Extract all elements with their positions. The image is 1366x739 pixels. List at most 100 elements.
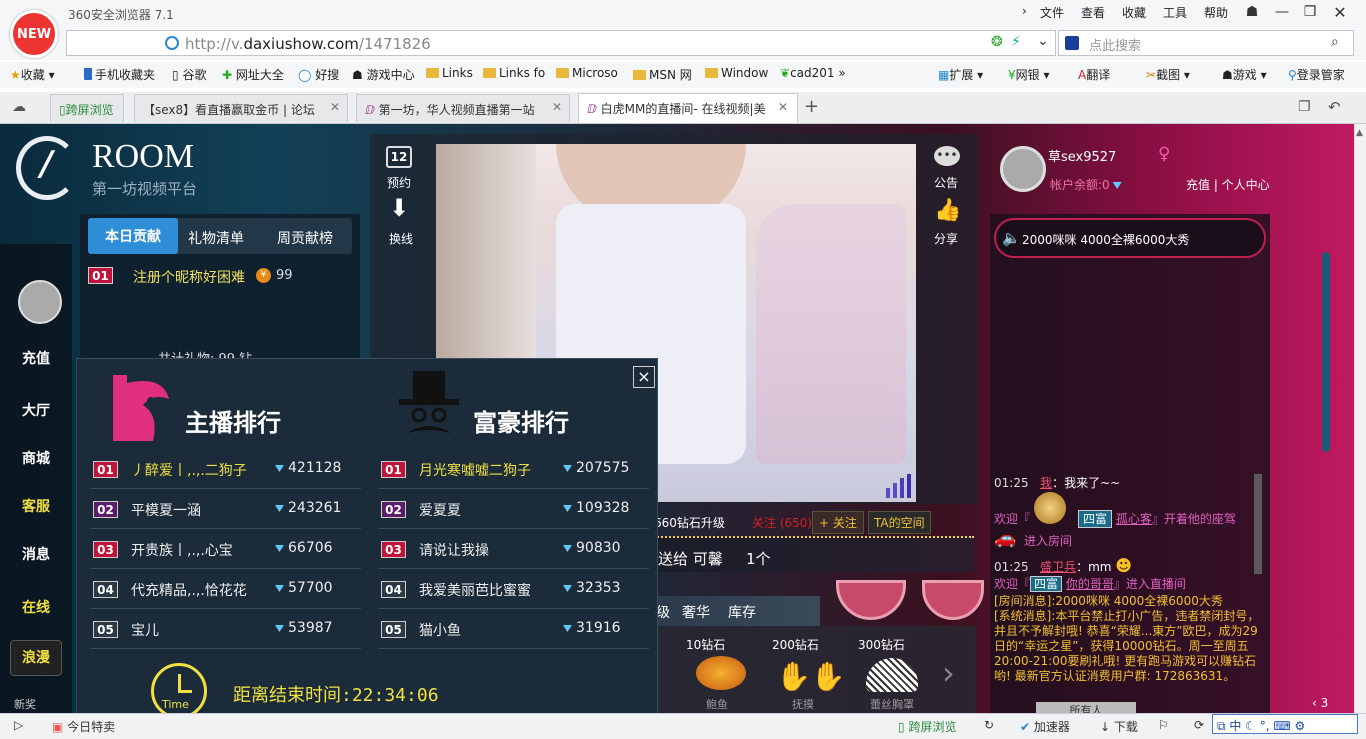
tab-weekly-rank[interactable]: 周贡献榜	[277, 228, 333, 248]
extensions-button[interactable]: ▦扩展 ▾	[938, 66, 983, 83]
ime-toolbar[interactable]: ⧉ 中 ☾ °, ⌨ ⚙	[1212, 714, 1358, 734]
translate-button[interactable]: A翻译	[1078, 66, 1110, 83]
page-indicator[interactable]: ‹ 3	[1312, 696, 1328, 710]
nav-romance[interactable]: 浪漫	[10, 640, 62, 676]
accelerator-status[interactable]: ✔ 加速器	[1020, 718, 1070, 735]
avatar[interactable]	[18, 280, 62, 324]
undo-icon[interactable]: ↶	[1328, 98, 1341, 116]
nav-messages[interactable]: 消息	[10, 544, 62, 564]
bookmark-favorites[interactable]: ★收藏 ▾	[10, 66, 55, 83]
ta-space-button[interactable]: TA的空间	[868, 511, 931, 534]
nav-online[interactable]: 在线	[10, 597, 62, 617]
search-engine-icon[interactable]	[1065, 36, 1079, 50]
chevron-right-icon[interactable]: ›	[942, 654, 955, 692]
tab-gift-list[interactable]: 礼物清单	[188, 228, 244, 248]
cloud-icon[interactable]: ☁	[12, 99, 26, 115]
tab-daily-contribution[interactable]: 本日贡献	[88, 218, 178, 254]
close-popup-button[interactable]: ×	[633, 366, 655, 388]
cross-screen-status[interactable]: ▯ 跨屏浏览	[898, 718, 956, 735]
search-input[interactable]: 点此搜索	[1089, 35, 1141, 54]
download-status[interactable]: ↓ 下载	[1100, 718, 1138, 735]
close-tab-icon[interactable]: ✕	[778, 100, 788, 114]
nav-lobby[interactable]: 大厅	[10, 400, 62, 420]
anchor-rank-row[interactable]: 01 丿醉爱丨,.,.二狗子 421128	[91, 451, 361, 489]
browser-logo[interactable]: NEW	[10, 10, 58, 58]
menu-view[interactable]: 查看	[1081, 4, 1105, 21]
gift-tab-level[interactable]: 级	[656, 602, 670, 622]
search-icon[interactable]: ⌕	[1331, 34, 1339, 50]
rich-rank-row[interactable]: 02 爱夏夏 109328	[379, 491, 649, 529]
games-button[interactable]: ☗游戏 ▾	[1222, 66, 1267, 83]
gift-abalone[interactable]: 10钻石 鲍鱼	[684, 634, 764, 711]
chat-scrollbar[interactable]	[1322, 252, 1330, 452]
bookmark-hao[interactable]: ✚ 网址大全	[222, 66, 284, 83]
search-box[interactable]: 点此搜索 ⌕	[1058, 30, 1354, 56]
chat-user[interactable]: 盛卫兵	[1040, 560, 1076, 574]
menu-tools[interactable]: 工具	[1163, 4, 1187, 21]
gift-lace-bra[interactable]: 300钻石 蕾丝胸罩	[856, 634, 936, 711]
nav-recharge[interactable]: 充值	[10, 348, 62, 368]
rich-rank-row[interactable]: 04 我爱美丽芭比蜜蜜 32353	[379, 571, 649, 609]
bookmark-microsoft[interactable]: Microso	[556, 66, 618, 80]
gift-tab-luxury[interactable]: 奢华	[682, 602, 710, 622]
address-bar[interactable]: http://v.daxiushow.com/1471826 ❂ ⚡ ⌄	[66, 30, 1056, 56]
maximize-icon[interactable]: ❐	[1298, 2, 1322, 22]
user-links[interactable]: 充值 | 个人中心	[1186, 176, 1270, 193]
tab-active-room[interactable]: ⅅ 白虎MM的直播间- 在线视频|美	[578, 93, 798, 123]
announcement-icon[interactable]: •••	[934, 146, 960, 166]
close-tab-icon[interactable]: ✕	[552, 100, 562, 114]
contributor-name[interactable]: 注册个昵称好困难	[133, 267, 245, 287]
screenshot-button[interactable]: ✂截图 ▾	[1146, 66, 1190, 83]
follow-button[interactable]: + 关注	[812, 511, 864, 534]
speed-icon[interactable]: ⚡	[1011, 34, 1021, 50]
anchor-rank-row[interactable]: 03 开贵族丨,.,.心宝 66706	[91, 531, 361, 569]
announcement-label[interactable]: 公告	[934, 174, 958, 191]
anchor-rank-row[interactable]: 04 代充精品,.,.恰花花 57700	[91, 571, 361, 609]
rich-rank-row[interactable]: 01 月光寒嘘嘘二狗子 207575	[379, 451, 649, 489]
skin-icon[interactable]: ☗	[1240, 2, 1264, 22]
today-deals[interactable]: ▣ 今日特卖	[52, 718, 115, 735]
share-label[interactable]: 分享	[934, 230, 958, 247]
switch-line-icon[interactable]: ⬇	[389, 194, 409, 222]
bookmark-games[interactable]: ☗ 游戏中心	[352, 66, 415, 83]
sync-icon[interactable]: ⟳	[1194, 718, 1204, 732]
bookmark-links-for[interactable]: Links fo	[483, 66, 545, 80]
rich-rank-row[interactable]: 05 猫小鱼 31916	[379, 611, 649, 649]
switch-line-label[interactable]: 换线	[389, 230, 413, 247]
gift-tab-inventory[interactable]: 库存	[728, 602, 756, 622]
menu-favorites[interactable]: 收藏	[1122, 4, 1146, 21]
bookmark-haosou[interactable]: ◯ 好搜	[298, 66, 339, 83]
sidebar-toggle-icon[interactable]: ▷	[14, 718, 23, 732]
scroll-up-icon[interactable]: ▲	[1356, 128, 1363, 138]
page-scrollbar[interactable]: ▲	[1354, 124, 1366, 713]
tab-diyifang[interactable]: ⅅ 第一坊，华人视频直播第一站	[356, 94, 570, 122]
reserve-label[interactable]: 预约	[387, 174, 411, 191]
thumbs-up-icon[interactable]: 👍	[934, 198, 961, 223]
tab-cross-screen[interactable]: ▯跨屏浏览	[50, 94, 124, 122]
message-scrollbar[interactable]	[1254, 474, 1262, 574]
security-icon[interactable]: ❂	[991, 34, 1003, 50]
anchor-rank-row[interactable]: 05 宝儿 53987	[91, 611, 361, 649]
tab-list-icon[interactable]: ❐	[1298, 99, 1311, 115]
flag-icon[interactable]: ⚐	[1158, 718, 1169, 732]
url-text[interactable]: http://v.daxiushow.com/1471826	[185, 35, 431, 53]
tab-sex8[interactable]: 【sex8】看直播赢取金币 | 论坛	[134, 94, 348, 122]
login-manager-button[interactable]: ⚲登录管家	[1288, 66, 1345, 83]
bookmark-cad[interactable]: ❦cad201 »	[780, 66, 846, 80]
close-tab-icon[interactable]: ✕	[330, 100, 340, 114]
chat-user[interactable]: 我	[1040, 476, 1052, 490]
bookmark-links[interactable]: Links	[426, 66, 473, 80]
bookmark-google[interactable]: ▯ 谷歌	[172, 66, 206, 83]
rich-rank-row[interactable]: 03 请说让我操 90830	[379, 531, 649, 569]
new-tab-icon[interactable]: +	[804, 96, 819, 117]
menu-help[interactable]: 帮助	[1204, 4, 1228, 21]
calendar-icon[interactable]: 12	[386, 146, 412, 168]
user-avatar[interactable]	[1000, 146, 1046, 192]
nav-shop[interactable]: 商城	[10, 448, 62, 468]
minimize-icon[interactable]: —	[1270, 2, 1294, 22]
menu-file[interactable]: 文件	[1040, 4, 1064, 21]
nav-new-prize[interactable]: 新奖	[14, 696, 36, 712]
chevron-right-icon[interactable]: ›	[1022, 4, 1027, 18]
chevron-down-icon[interactable]: ⌄	[1037, 33, 1049, 49]
gift-touch[interactable]: 200钻石 ✋✋ 抚摸	[770, 634, 850, 711]
